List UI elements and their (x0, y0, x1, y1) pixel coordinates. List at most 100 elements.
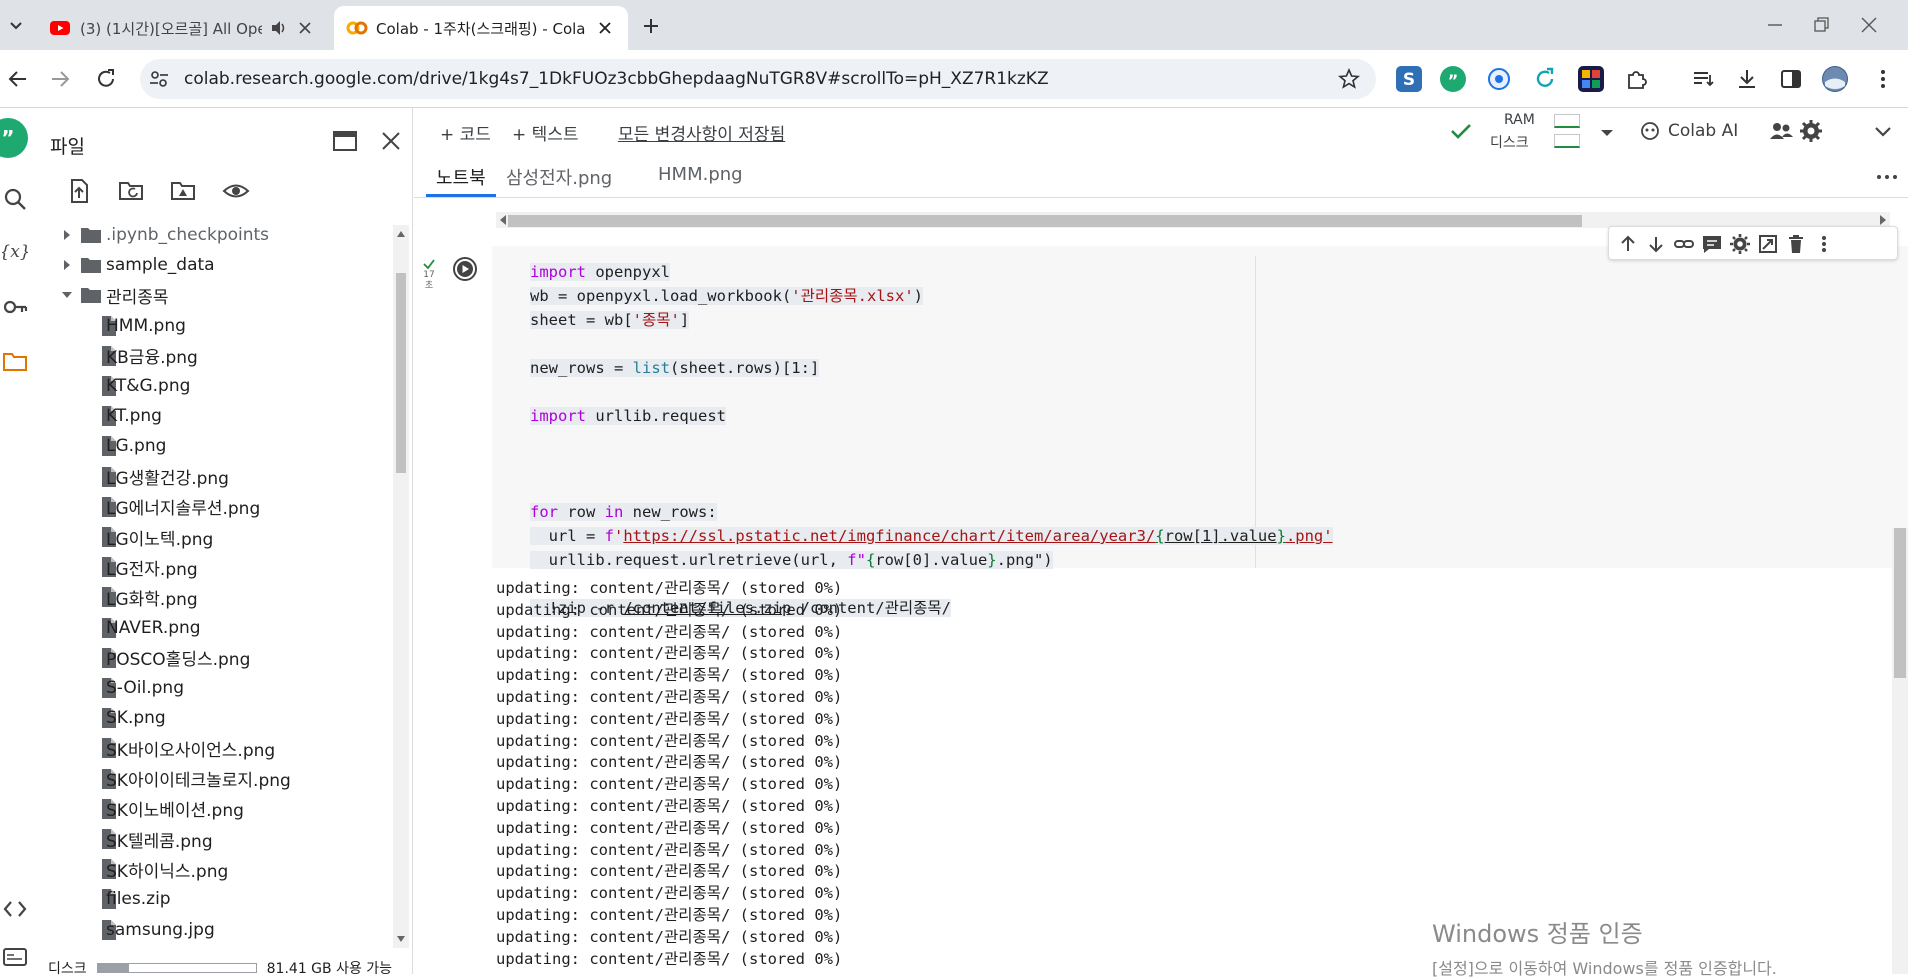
move-cell-up-icon[interactable] (1617, 233, 1639, 255)
more-tabs-icon[interactable] (1874, 164, 1900, 190)
settings-gear-icon[interactable] (1798, 118, 1824, 144)
profile-avatar[interactable] (1822, 66, 1848, 92)
folder-item[interactable]: .ipynb_checkpoints (30, 220, 390, 250)
reading-list-icon[interactable] (1690, 66, 1716, 92)
back-arrow-icon[interactable] (6, 67, 30, 91)
close-panel-icon[interactable] (378, 128, 404, 154)
file-item[interactable]: samsung.jpg (30, 915, 390, 945)
move-cell-down-icon[interactable] (1645, 233, 1667, 255)
minimize-icon[interactable] (1764, 14, 1786, 36)
file-item[interactable]: files.zip (30, 884, 390, 914)
side-panel-icon[interactable] (1778, 66, 1804, 92)
notebook-scrollbar-thumb[interactable] (1894, 528, 1906, 678)
mirror-cell-icon[interactable] (1757, 233, 1779, 255)
add-code-button[interactable]: + 코드 (440, 120, 491, 145)
close-tab-icon[interactable] (296, 19, 314, 37)
address-bar[interactable]: colab.research.google.com/drive/1kg4s7_1… (140, 59, 1376, 99)
upload-file-icon[interactable] (66, 178, 92, 204)
tab-samsung-png[interactable]: 삼성전자.png (506, 164, 612, 190)
forward-arrow-icon[interactable] (48, 67, 72, 91)
chevron-right-icon[interactable] (60, 258, 74, 272)
collapse-header-chevron-icon[interactable] (1870, 118, 1896, 144)
folder-item[interactable]: 관리종목 (30, 280, 390, 310)
files-folder-icon[interactable] (2, 348, 28, 374)
cell-more-icon[interactable] (1813, 233, 1835, 255)
runtime-dropdown-icon[interactable] (1594, 120, 1620, 146)
chevron-right-icon[interactable] (60, 228, 74, 242)
file-item[interactable]: S-Oil.png (30, 673, 390, 703)
bookmark-star-icon[interactable] (1338, 68, 1360, 90)
browser-tab-colab[interactable]: Colab - 1주차(스크래핑) - Cola (334, 6, 628, 50)
new-tab-icon[interactable] (638, 13, 664, 39)
file-item[interactable]: LG이노텍.png (30, 522, 390, 552)
file-item[interactable]: LG.png (30, 431, 390, 461)
file-item[interactable]: KB금융.png (30, 341, 390, 371)
file-item[interactable]: SK아이이테크놀로지.png (30, 764, 390, 794)
file-item[interactable]: LG생활건강.png (30, 462, 390, 492)
tab-hmm-png[interactable]: HMM.png (658, 164, 743, 185)
extension-s-icon[interactable]: S (1396, 66, 1422, 92)
file-item[interactable]: 고려아연.png (30, 945, 390, 948)
notebook-scrollbar[interactable] (1892, 528, 1908, 974)
browser-tab-youtube[interactable]: (3) (1시간)[오르골] All Ope (38, 6, 328, 50)
scrollbar-thumb[interactable] (396, 273, 406, 473)
folder-item[interactable]: sample_data (30, 250, 390, 280)
delete-trash-icon[interactable] (1785, 233, 1807, 255)
code-cell[interactable]: import openpyxl wb = openpyxl.load_workb… (444, 246, 1908, 617)
comment-icon[interactable] (1701, 233, 1723, 255)
file-item[interactable]: SK.png (30, 703, 390, 733)
resource-monitor[interactable]: RAM 디스크 (1490, 112, 1590, 156)
open-in-tab-icon[interactable] (332, 128, 358, 154)
extension-puzzle-color-icon[interactable] (1578, 66, 1604, 92)
file-item[interactable]: SK바이오사이언스.png (30, 733, 390, 763)
file-item[interactable]: LG에너지솔루션.png (30, 492, 390, 522)
file-tree-scrollbar[interactable] (393, 225, 409, 948)
file-item[interactable]: LG전자.png (30, 552, 390, 582)
horizontal-scrollbar-thumb[interactable] (508, 215, 1582, 227)
file-item[interactable]: KT.png (30, 401, 390, 431)
refresh-folder-icon[interactable] (118, 178, 144, 204)
file-item[interactable]: POSCO홀딩스.png (30, 643, 390, 673)
file-item[interactable]: SK텔레콤.png (30, 824, 390, 854)
variables-icon[interactable]: {x} (2, 238, 28, 264)
file-item[interactable]: HMM.png (30, 311, 390, 341)
scroll-up-arrow-icon[interactable] (396, 229, 406, 239)
search-icon[interactable] (2, 186, 28, 212)
scroll-left-arrow-icon[interactable] (498, 212, 508, 228)
site-info-icon[interactable] (148, 68, 170, 90)
cell-settings-gear-icon[interactable] (1729, 233, 1751, 255)
browser-menu-icon[interactable] (1870, 66, 1896, 92)
file-item[interactable]: NAVER.png (30, 613, 390, 643)
extension-brain-icon[interactable] (1486, 66, 1512, 92)
reload-icon[interactable] (94, 67, 118, 91)
link-icon[interactable] (1673, 233, 1695, 255)
tab-search-chevron-icon[interactable] (4, 13, 28, 37)
code-url-link[interactable]: https://ssl.pstatic.net/imgfinance/chart… (623, 527, 1155, 545)
terminal-icon[interactable] (2, 944, 28, 970)
extension-refresh-icon[interactable] (1532, 66, 1558, 92)
chevron-down-icon[interactable] (60, 288, 74, 302)
close-tab-icon[interactable] (596, 19, 614, 37)
add-text-button[interactable]: + 텍스트 (512, 120, 579, 145)
colab-ai-button[interactable]: Colab AI (1640, 116, 1738, 146)
extensions-puzzle-icon[interactable] (1624, 66, 1650, 92)
scroll-down-arrow-icon[interactable] (396, 934, 406, 944)
file-item[interactable]: SK하이닉스.png (30, 854, 390, 884)
show-hidden-eye-icon[interactable] (222, 178, 250, 204)
extension-quote-icon[interactable]: ” (1440, 66, 1466, 92)
run-cell-button[interactable] (452, 256, 478, 282)
restore-icon[interactable] (1810, 14, 1832, 36)
file-item[interactable]: SK이노베이션.png (30, 794, 390, 824)
file-item[interactable]: KT&G.png (30, 371, 390, 401)
file-item[interactable]: LG화학.png (30, 582, 390, 612)
download-icon[interactable] (1734, 66, 1760, 92)
close-window-icon[interactable] (1858, 14, 1880, 36)
code-snippets-icon[interactable] (2, 896, 28, 922)
tab-notebook[interactable]: 노트북 (436, 164, 486, 190)
save-status-link[interactable]: 모든 변경사항이 저장됨 (618, 120, 785, 145)
mount-drive-icon[interactable] (170, 178, 196, 204)
secrets-key-icon[interactable] (2, 294, 28, 320)
speaker-icon[interactable] (270, 19, 288, 37)
share-people-icon[interactable] (1768, 118, 1794, 144)
code-editor[interactable]: import openpyxl wb = openpyxl.load_workb… (530, 260, 1333, 620)
